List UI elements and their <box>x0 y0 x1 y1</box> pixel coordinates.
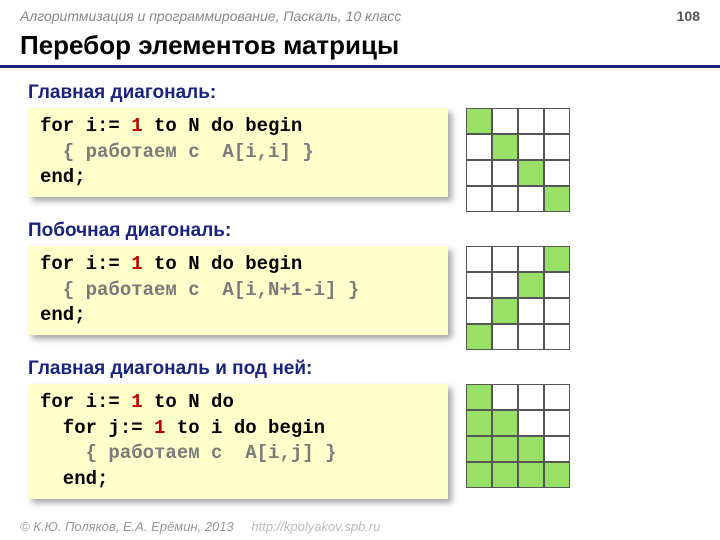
matrix-1 <box>466 108 570 212</box>
matrix-cell <box>518 324 544 350</box>
matrix-cell <box>466 298 492 324</box>
matrix-cell <box>544 186 570 212</box>
matrix-cell <box>466 324 492 350</box>
matrix-cell <box>492 108 518 134</box>
section-row-1: for i:= 1 to N do begin { работаем с A[i… <box>28 108 700 212</box>
matrix-cell <box>518 272 544 298</box>
matrix-2 <box>466 246 570 350</box>
matrix-cell <box>544 298 570 324</box>
matrix-cell <box>544 160 570 186</box>
section-row-3: for i:= 1 to N do for j:= 1 to i do begi… <box>28 384 700 499</box>
page-number: 108 <box>677 8 700 24</box>
matrix-cell <box>492 246 518 272</box>
matrix-cell <box>466 108 492 134</box>
matrix-cell <box>518 134 544 160</box>
copyright: © К.Ю. Поляков, Е.А. Ерёмин, 2013 <box>20 519 234 534</box>
code-box-1: for i:= 1 to N do begin { работаем с A[i… <box>28 108 448 197</box>
matrix-cell <box>518 186 544 212</box>
matrix-cell <box>544 108 570 134</box>
matrix-cell <box>518 410 544 436</box>
matrix-cell <box>466 436 492 462</box>
matrix-cell <box>544 436 570 462</box>
matrix-cell <box>492 160 518 186</box>
matrix-cell <box>544 384 570 410</box>
matrix-cell <box>492 272 518 298</box>
section-label-3: Главная диагональ и под ней: <box>28 358 700 380</box>
matrix-cell <box>492 186 518 212</box>
matrix-cell <box>466 462 492 488</box>
page-header: Алгоритмизация и программирование, Паска… <box>0 0 720 28</box>
matrix-cell <box>466 246 492 272</box>
matrix-cell <box>518 298 544 324</box>
matrix-cell <box>518 246 544 272</box>
matrix-cell <box>492 410 518 436</box>
matrix-cell <box>544 324 570 350</box>
matrix-3 <box>466 384 570 488</box>
footer-url: http://kpolyakov.spb.ru <box>251 519 380 534</box>
matrix-cell <box>466 410 492 436</box>
matrix-cell <box>518 160 544 186</box>
matrix-cell <box>544 272 570 298</box>
matrix-cell <box>492 324 518 350</box>
matrix-cell <box>466 272 492 298</box>
matrix-cell <box>466 134 492 160</box>
footer: © К.Ю. Поляков, Е.А. Ерёмин, 2013 http:/… <box>20 519 380 534</box>
matrix-cell <box>518 108 544 134</box>
matrix-cell <box>492 436 518 462</box>
content: Главная диагональ: for i:= 1 to N do beg… <box>0 68 720 499</box>
code-box-2: for i:= 1 to N do begin { работаем с A[i… <box>28 246 448 335</box>
matrix-cell <box>518 462 544 488</box>
matrix-cell <box>466 186 492 212</box>
code-box-3: for i:= 1 to N do for j:= 1 to i do begi… <box>28 384 448 499</box>
matrix-cell <box>492 462 518 488</box>
matrix-cell <box>518 384 544 410</box>
matrix-cell <box>466 384 492 410</box>
course-label: Алгоритмизация и программирование, Паска… <box>20 8 401 24</box>
matrix-cell <box>466 160 492 186</box>
slide-title: Перебор элементов матрицы <box>0 28 720 68</box>
section-label-2: Побочная диагональ: <box>28 220 700 242</box>
matrix-cell <box>544 462 570 488</box>
matrix-cell <box>492 134 518 160</box>
matrix-cell <box>518 436 544 462</box>
matrix-cell <box>492 298 518 324</box>
section-label-1: Главная диагональ: <box>28 82 700 104</box>
section-row-2: for i:= 1 to N do begin { работаем с A[i… <box>28 246 700 350</box>
matrix-cell <box>544 410 570 436</box>
matrix-cell <box>544 134 570 160</box>
matrix-cell <box>544 246 570 272</box>
matrix-cell <box>492 384 518 410</box>
